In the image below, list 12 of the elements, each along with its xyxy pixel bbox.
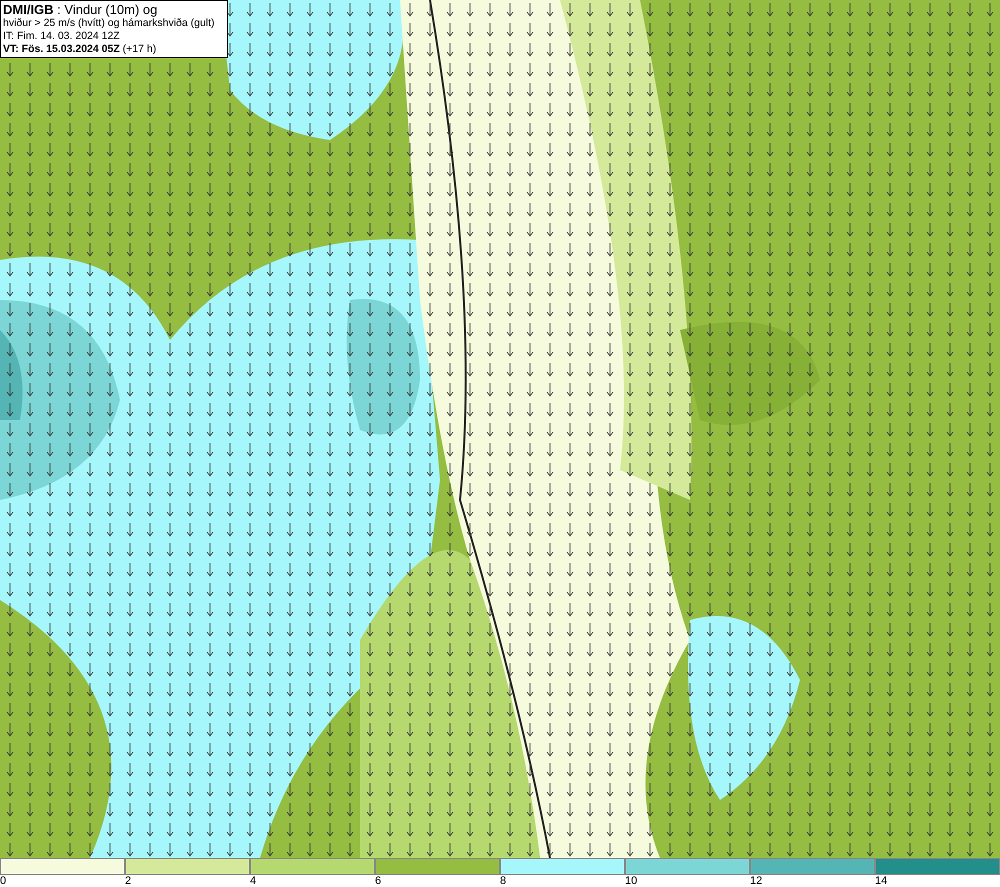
info-text: VT: Fös. 15.03.2024 05Z (+17 h)	[3, 43, 158, 56]
info-text: DMI/IGB : Vindur (10m) og	[3, 2, 158, 17]
legend-label: 12	[750, 875, 762, 887]
legend-label: 10	[625, 875, 638, 887]
legend-label: 0	[0, 875, 6, 887]
info-text: IT: Fim. 14. 03. 2024 12Z	[3, 30, 121, 43]
info-text: hviður > 25 m/s (hvítt) og hámarkshviða (gult)	[3, 17, 216, 30]
legend-label: 6	[375, 875, 382, 887]
legend-label: 4	[250, 875, 256, 887]
legend-label: 14	[875, 875, 888, 887]
legend-label: 2	[125, 875, 132, 887]
legend-label: 8	[500, 875, 506, 887]
